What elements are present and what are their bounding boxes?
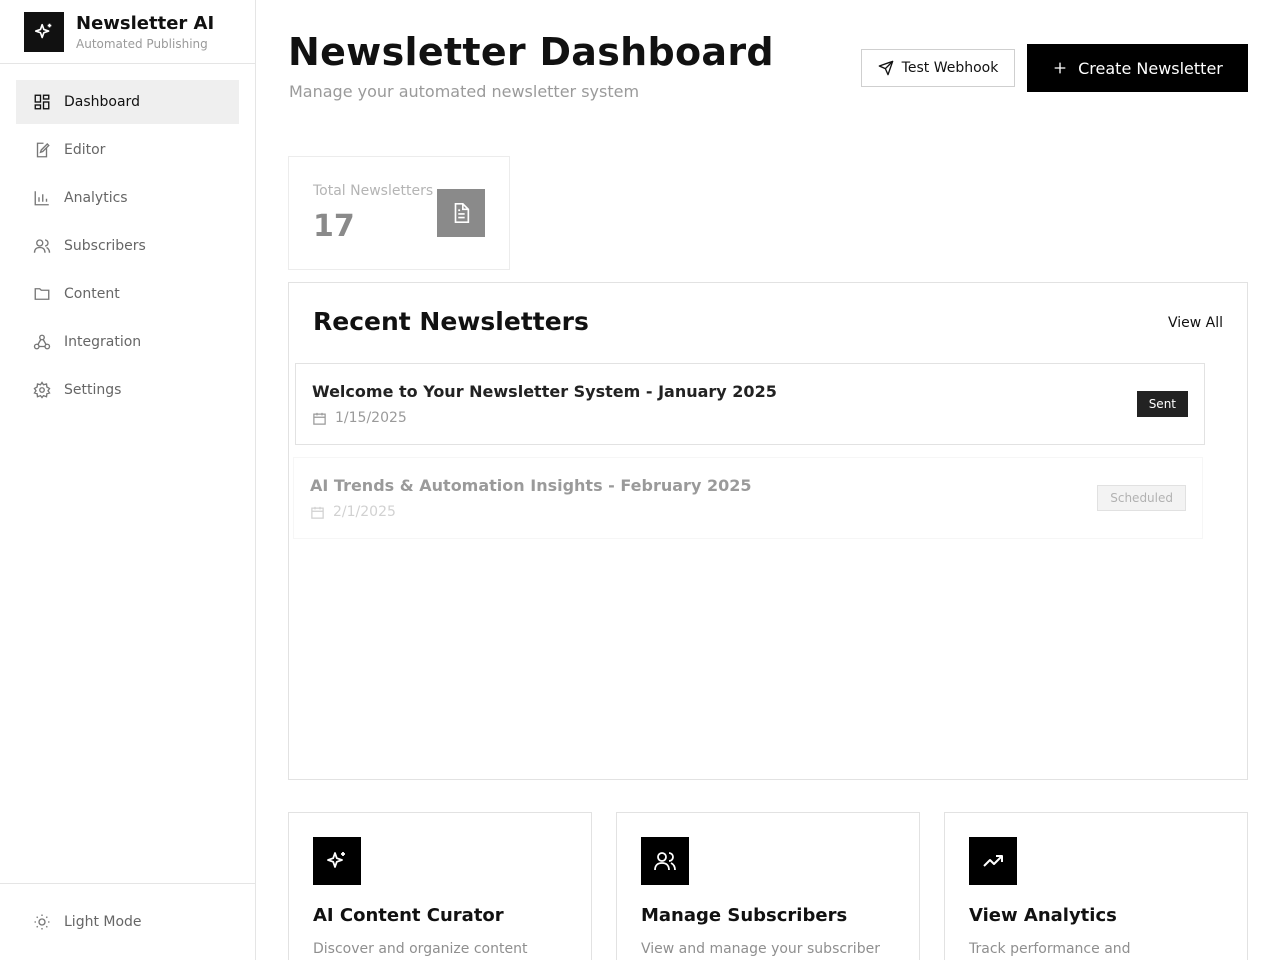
brand-name: Newsletter AI	[76, 12, 215, 34]
total-newsletters-card: Total Newsletters 17	[288, 156, 510, 270]
newsletter-item[interactable]: AI Trends & Automation Insights - Februa…	[293, 457, 1203, 539]
sidebar-item-label: Integration	[64, 334, 142, 350]
sun-icon	[32, 912, 52, 932]
plus-icon	[1052, 60, 1068, 76]
sidebar-item-label: Subscribers	[64, 238, 146, 254]
webhook-icon	[32, 332, 52, 352]
newsletter-date-text: 1/15/2025	[335, 410, 407, 426]
sidebar-item-analytics[interactable]: Analytics	[16, 176, 239, 220]
quick-action-view-analytics[interactable]: View Analytics Track performance and	[944, 812, 1248, 960]
test-webhook-label: Test Webhook	[901, 60, 999, 76]
edit-icon	[32, 140, 52, 160]
stat-value: 17	[313, 209, 355, 244]
brand: Newsletter AI Automated Publishing	[0, 0, 255, 64]
users-icon	[32, 236, 52, 256]
quick-action-title: View Analytics	[969, 905, 1117, 926]
stat-label: Total Newsletters	[313, 183, 434, 199]
send-icon	[878, 60, 894, 76]
light-mode-toggle[interactable]: Light Mode	[0, 883, 255, 960]
quick-action-desc: View and manage your subscriber	[641, 941, 880, 957]
calendar-icon	[310, 505, 325, 520]
sidebar-item-label: Analytics	[64, 190, 128, 206]
sparkles-icon	[24, 11, 64, 52]
brand-subtitle: Automated Publishing	[76, 36, 208, 51]
test-webhook-button[interactable]: Test Webhook	[861, 49, 1015, 87]
users-icon	[641, 837, 689, 885]
sidebar-item-editor[interactable]: Editor	[16, 128, 239, 172]
sidebar-item-dashboard[interactable]: Dashboard	[16, 80, 239, 124]
recent-newsletters-panel: Recent Newsletters View All Welcome to Y…	[288, 282, 1248, 780]
sidebar: Newsletter AI Automated Publishing Dashb…	[0, 0, 256, 960]
gear-icon	[32, 380, 52, 400]
sidebar-item-label: Settings	[64, 382, 122, 398]
sidebar-item-label: Content	[64, 286, 120, 302]
recent-newsletters-title: Recent Newsletters	[313, 307, 589, 336]
sidebar-item-label: Dashboard	[64, 94, 140, 110]
calendar-icon	[312, 411, 327, 426]
bar-chart-icon	[32, 188, 52, 208]
sidebar-nav: Dashboard Editor Analytics Subscribers C…	[0, 64, 255, 432]
trending-up-icon	[969, 837, 1017, 885]
dashboard-icon	[32, 92, 52, 112]
sparkles-icon	[313, 837, 361, 885]
create-newsletter-button[interactable]: Create Newsletter	[1027, 44, 1248, 92]
view-all-link[interactable]: View All	[1168, 315, 1223, 331]
newsletter-title: Welcome to Your Newsletter System - Janu…	[312, 382, 777, 401]
newsletter-date-text: 2/1/2025	[333, 504, 396, 520]
create-newsletter-label: Create Newsletter	[1078, 58, 1223, 78]
folder-icon	[32, 284, 52, 304]
newsletter-title: AI Trends & Automation Insights - Februa…	[310, 476, 752, 495]
sidebar-item-subscribers[interactable]: Subscribers	[16, 224, 239, 268]
quick-action-ai-content-curator[interactable]: AI Content Curator Discover and organize…	[288, 812, 592, 960]
sidebar-item-settings[interactable]: Settings	[16, 368, 239, 412]
status-badge: Sent	[1136, 391, 1188, 417]
quick-action-title: AI Content Curator	[313, 905, 504, 926]
light-mode-label: Light Mode	[64, 914, 142, 930]
page-subtitle: Manage your automated newsletter system	[289, 82, 640, 101]
quick-action-title: Manage Subscribers	[641, 905, 848, 926]
page-title: Newsletter Dashboard	[288, 30, 774, 74]
sidebar-item-label: Editor	[64, 142, 106, 158]
status-badge: Scheduled	[1097, 485, 1186, 511]
newsletter-item[interactable]: Welcome to Your Newsletter System - Janu…	[295, 363, 1205, 445]
newsletter-date: 1/15/2025	[312, 410, 407, 426]
document-icon	[437, 189, 485, 237]
quick-action-manage-subscribers[interactable]: Manage Subscribers View and manage your …	[616, 812, 920, 960]
quick-action-desc: Discover and organize content	[313, 941, 528, 957]
sidebar-item-content[interactable]: Content	[16, 272, 239, 316]
quick-action-desc: Track performance and	[969, 941, 1131, 957]
newsletter-date: 2/1/2025	[310, 504, 396, 520]
sidebar-item-integration[interactable]: Integration	[16, 320, 239, 364]
